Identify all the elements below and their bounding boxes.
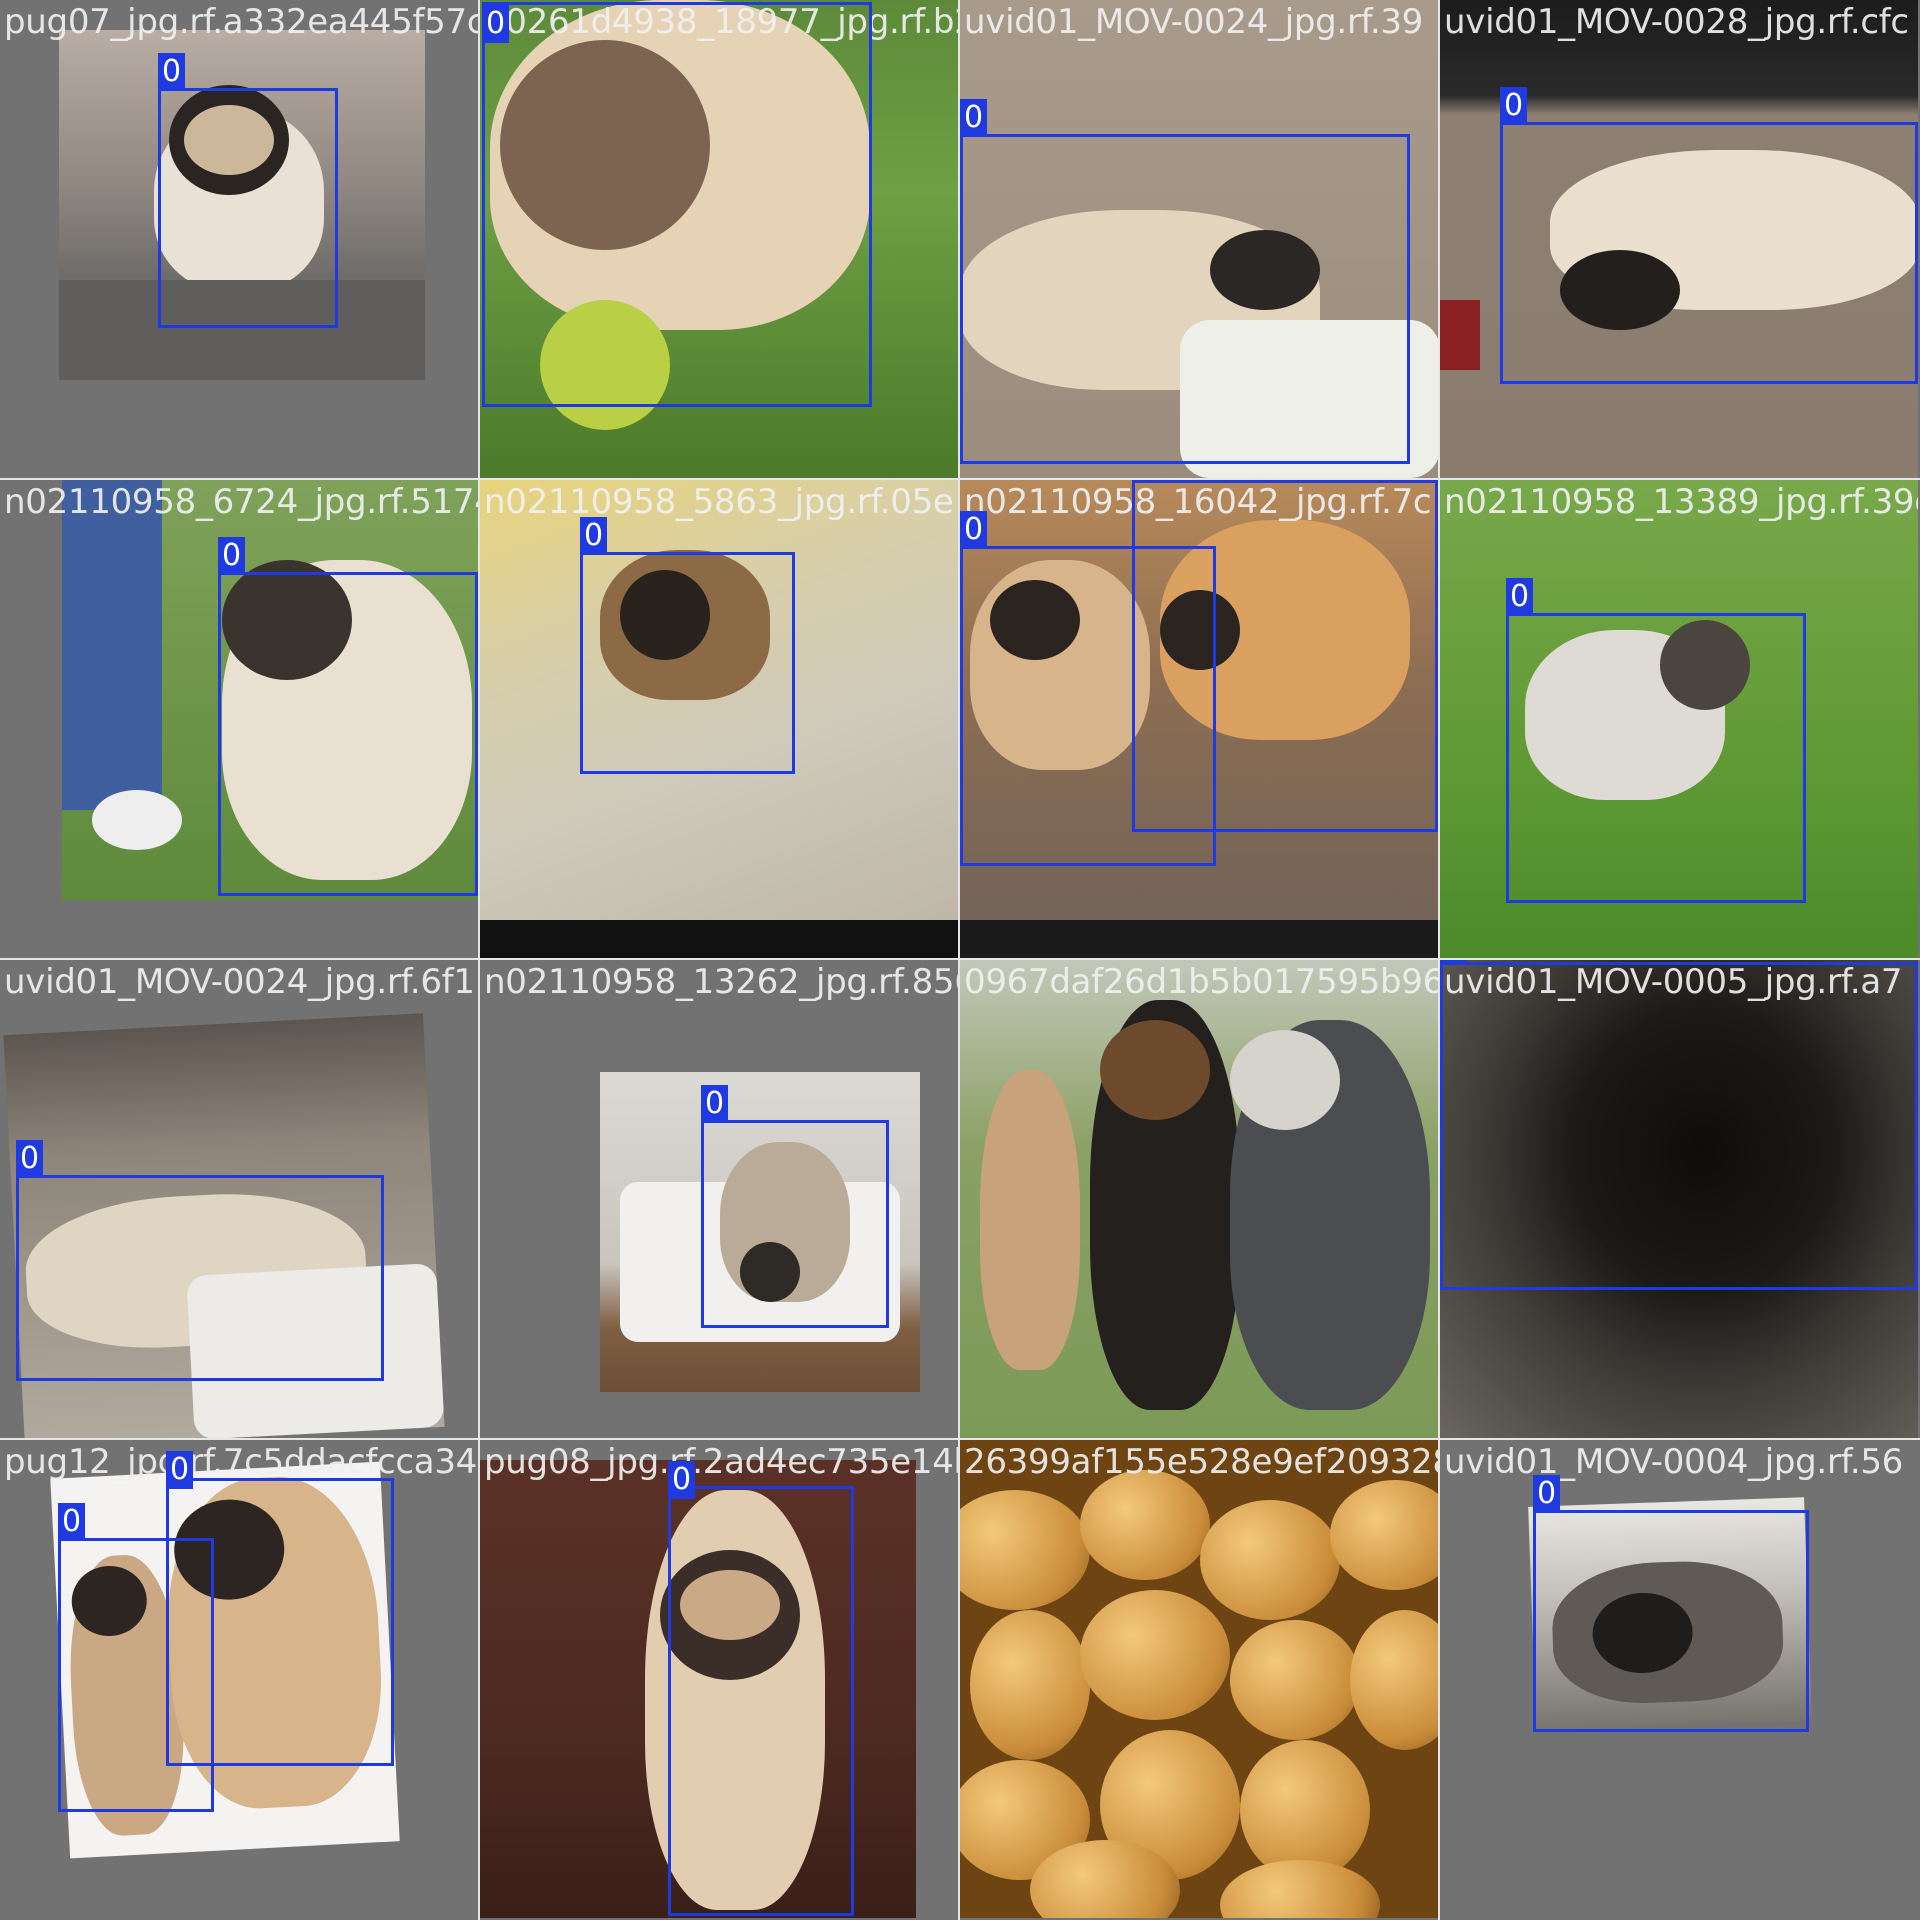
class-id-tag: 0 xyxy=(668,1461,696,1499)
image-filename: 26399af155e528e9ef209328 xyxy=(964,1442,1438,1482)
bounding-box: 0 xyxy=(668,1461,854,1916)
tile-image: uvid01_MOV-0005_jpg.rf.a7 0 xyxy=(1440,960,1918,1438)
bounding-box: 0 xyxy=(218,537,478,896)
tile-image: 26399af155e528e9ef209328 xyxy=(960,1440,1438,1918)
grid-divider xyxy=(478,0,480,1920)
image-filename: uvid01_MOV-0024_jpg.rf.39 xyxy=(964,2,1423,42)
image-filename: n02110958_13389_jpg.rf.39d4 xyxy=(1444,482,1918,522)
dog-photo xyxy=(960,960,1438,1438)
class-id-tag: 0 xyxy=(1506,578,1534,616)
bounding-box: 0 xyxy=(58,1503,214,1812)
image-filename: pug07_jpg.rf.a332ea445f57c xyxy=(4,2,478,42)
tile-image: pug12_jpg.rf.7c5ddacfcca34 0 0 xyxy=(0,1440,478,1918)
tile-image: n02110958_13389_jpg.rf.39d4 0 xyxy=(1440,480,1918,958)
image-mosaic: pug07_jpg.rf.a332ea445f57c 0 d0261d4938_… xyxy=(0,0,1920,1920)
bounding-box: 0 xyxy=(1506,578,1806,903)
class-id-tag: 0 xyxy=(1132,480,1160,483)
tile-image: uvid01_MOV-0024_jpg.rf.39 0 xyxy=(960,0,1438,478)
class-id-tag: 0 xyxy=(482,5,510,43)
class-id-tag: 0 xyxy=(960,511,988,549)
image-filename: n02110958_13262_jpg.rf.856 xyxy=(484,962,958,1002)
tile-image: 0967daf26d1b5b017595b96 xyxy=(960,960,1438,1438)
image-filename: pug08_jpg.rf.2ad4ec735e14b xyxy=(484,1442,958,1482)
tile-image: n02110958_13262_jpg.rf.856 0 xyxy=(480,960,958,1438)
grid-divider xyxy=(0,958,1920,960)
bounding-box: 0 xyxy=(701,1085,889,1328)
tile-image: uvid01_MOV-0028_jpg.rf.cfc 0 xyxy=(1440,0,1918,478)
class-id-tag: 0 xyxy=(960,99,988,137)
tile-image: uvid01_MOV-0004_jpg.rf.56 0 xyxy=(1440,1440,1918,1918)
tile-image: n02110958_5863_jpg.rf.05e 0 xyxy=(480,480,958,958)
bounding-box: 0 xyxy=(960,99,1410,464)
bounding-box: 0 xyxy=(1440,960,1918,1290)
class-id-tag: 0 xyxy=(218,537,246,575)
image-filename: uvid01_MOV-0004_jpg.rf.56 xyxy=(1444,1442,1903,1482)
class-id-tag: 0 xyxy=(166,1451,194,1489)
bounding-box: 0 xyxy=(158,53,338,328)
tile-image: uvid01_MOV-0024_jpg.rf.6f1 0 xyxy=(0,960,478,1438)
class-id-tag: 0 xyxy=(701,1085,729,1123)
grid-divider xyxy=(0,478,1920,480)
tile-image: d0261d4938_18977_jpg.rf.b24 0 xyxy=(480,0,958,478)
class-id-tag: 0 xyxy=(1440,960,1468,965)
class-id-tag: 0 xyxy=(58,1503,86,1541)
image-filename: uvid01_MOV-0024_jpg.rf.6f1 xyxy=(4,962,475,1002)
class-id-tag: 0 xyxy=(580,517,608,555)
tile-image: n02110958_6724_jpg.rf.5174 0 xyxy=(0,480,478,958)
class-id-tag: 0 xyxy=(1500,87,1528,125)
image-filename: n02110958_5863_jpg.rf.05e xyxy=(484,482,954,522)
image-filename: uvid01_MOV-0028_jpg.rf.cfc xyxy=(1444,2,1909,42)
bounding-box: 0 xyxy=(1132,480,1438,832)
bounding-box: 0 xyxy=(1500,87,1918,384)
class-id-tag: 0 xyxy=(16,1140,44,1178)
class-id-tag: 0 xyxy=(158,53,186,91)
potato-photo xyxy=(960,1440,1438,1918)
tile-image: n02110958_16042_jpg.rf.7c 0 0 xyxy=(960,480,1438,958)
bounding-box: 0 xyxy=(482,2,872,407)
class-id-tag: 0 xyxy=(1533,1475,1561,1513)
image-filename: pug12_jpg.rf.7c5ddacfcca34 xyxy=(4,1442,477,1482)
image-filename: n02110958_6724_jpg.rf.5174 xyxy=(4,482,478,522)
grid-divider xyxy=(0,1438,1920,1440)
tile-image: pug08_jpg.rf.2ad4ec735e14b 0 xyxy=(480,1440,958,1918)
bounding-box: 0 xyxy=(580,517,795,774)
image-filename: 0967daf26d1b5b017595b96 xyxy=(964,962,1438,1002)
bounding-box: 0 xyxy=(16,1140,384,1381)
bounding-box: 0 xyxy=(1533,1475,1809,1732)
tile-image: pug07_jpg.rf.a332ea445f57c 0 xyxy=(0,0,478,478)
